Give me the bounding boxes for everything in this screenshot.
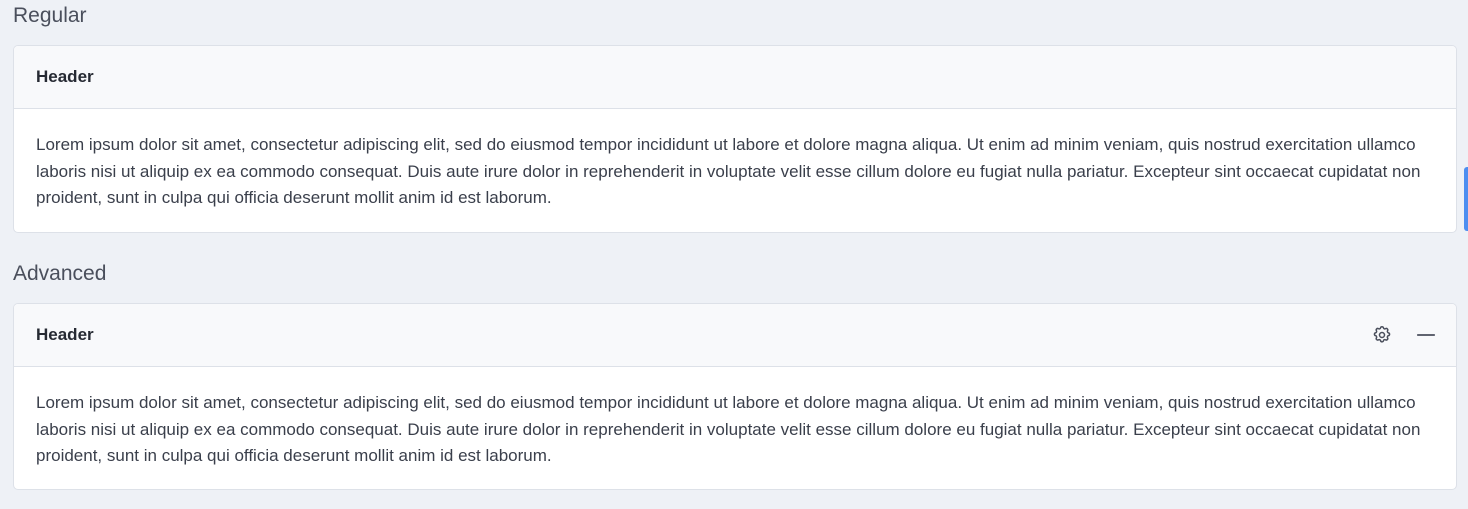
section-title-advanced: Advanced — [13, 262, 107, 285]
section-title-regular: Regular — [13, 4, 87, 27]
card-tools — [1370, 323, 1438, 347]
regular-card-header: Header — [14, 46, 1456, 109]
gear-icon — [1373, 325, 1391, 343]
regular-card-body: Lorem ipsum dolor sit amet, consectetur … — [36, 135, 1421, 207]
regular-card-title: Header — [36, 67, 94, 86]
regular-card: Header Lorem ipsum dolor sit amet, conse… — [13, 45, 1457, 233]
advanced-card-title: Header — [36, 325, 94, 344]
side-accent-tab[interactable] — [1464, 167, 1468, 231]
advanced-card-body: Lorem ipsum dolor sit amet, consectetur … — [36, 393, 1421, 465]
advanced-card: Header Lorem ipsum dolor sit amet, conse… — [13, 303, 1457, 490]
settings-button[interactable] — [1370, 323, 1394, 347]
minus-icon — [1416, 334, 1436, 336]
collapse-button[interactable] — [1414, 323, 1438, 347]
advanced-card-header: Header — [14, 304, 1456, 367]
